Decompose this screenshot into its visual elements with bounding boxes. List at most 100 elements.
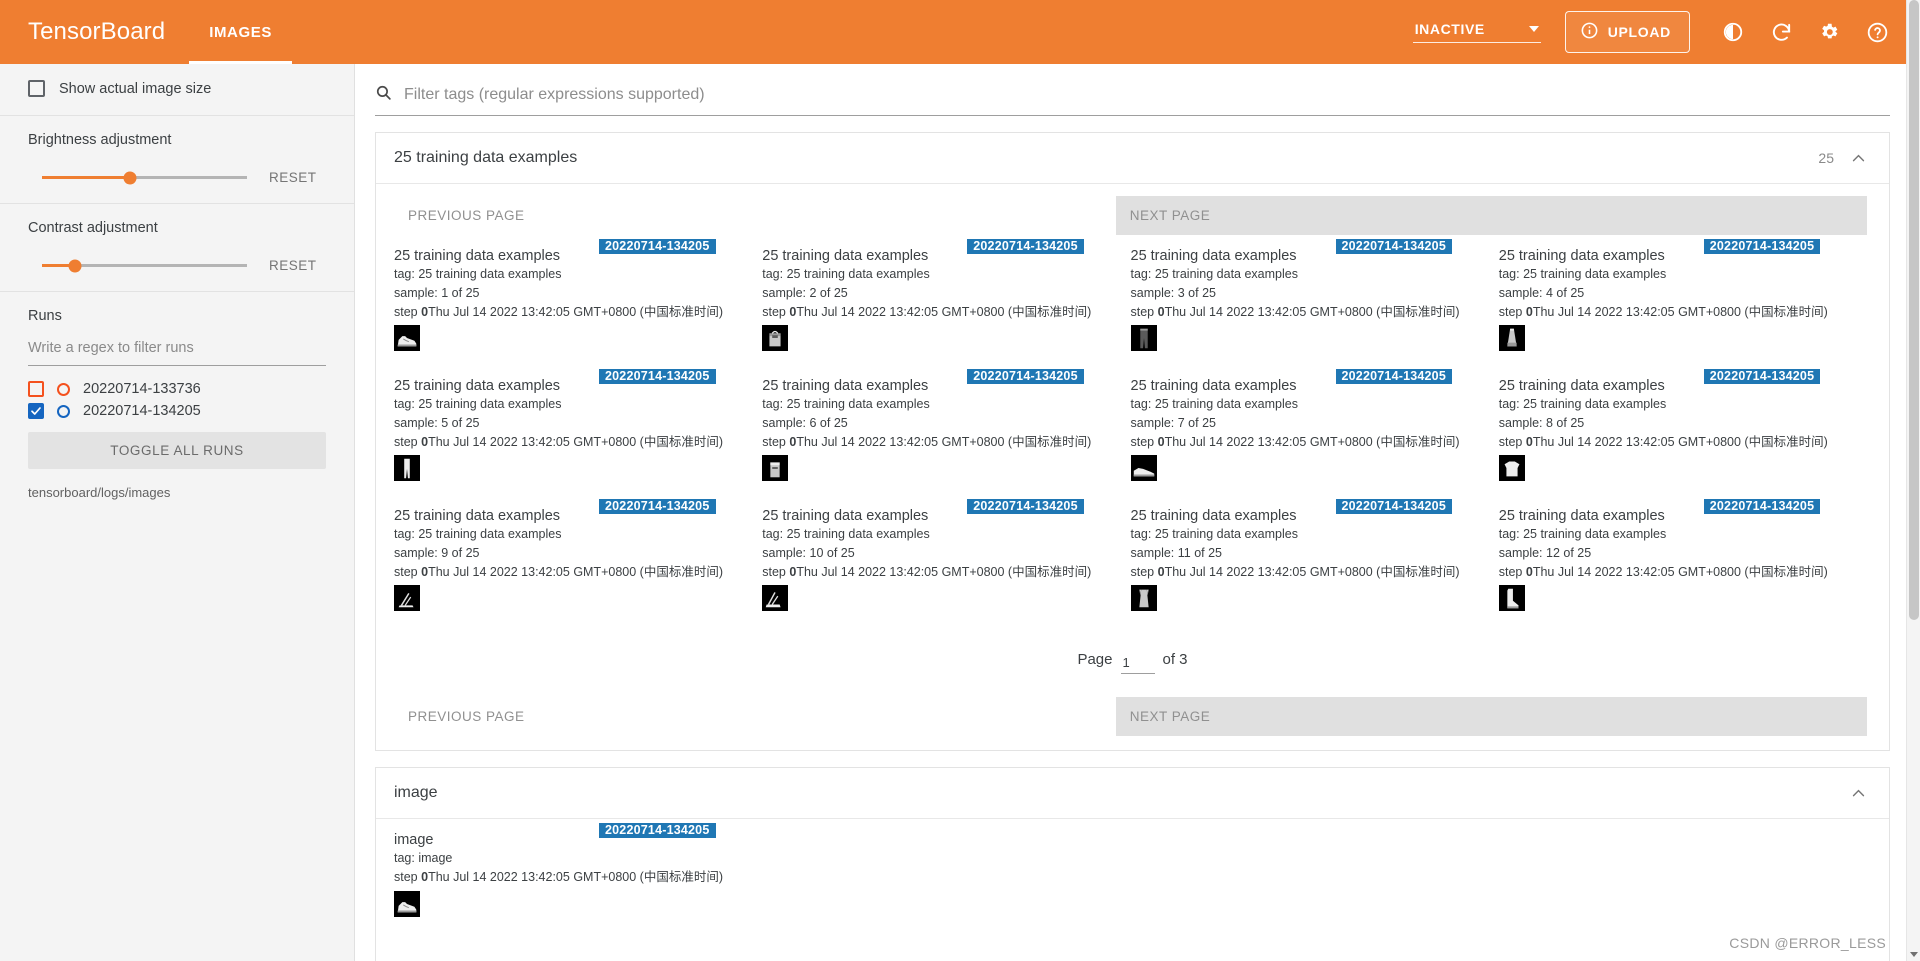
image-thumbnail[interactable]	[394, 455, 420, 482]
step-label: step	[762, 304, 790, 319]
image-thumbnail[interactable]	[1130, 325, 1157, 352]
image-card[interactable]: 20220714-134205 25 training data example…	[1130, 365, 1499, 495]
image-thumbnail[interactable]	[762, 585, 789, 612]
image-card-sample: sample: 11 of 25	[1130, 545, 1223, 560]
page-scrollbar[interactable]	[1906, 0, 1920, 961]
wall-time: Thu Jul 14 2022 13:42:05 GMT+0800 (中国标准时…	[1532, 564, 1828, 579]
brightness-slider-fill	[42, 176, 131, 179]
run-checkbox-icon[interactable]	[28, 381, 44, 397]
scroll-down-arrow-icon[interactable]	[1910, 952, 1918, 957]
tab-images-label: IMAGES	[209, 23, 272, 41]
previous-page-button[interactable]: PREVIOUS PAGE	[394, 697, 1116, 736]
tag-filter-input[interactable]	[402, 85, 1890, 105]
image-thumbnail[interactable]	[394, 325, 420, 352]
wall-time: Thu Jul 14 2022 13:42:05 GMT+0800 (中国标准时…	[1532, 434, 1828, 449]
chevron-up-icon[interactable]	[1850, 785, 1867, 802]
page-number-input[interactable]	[1120, 655, 1155, 674]
step-value: 0	[1157, 434, 1165, 449]
image-card[interactable]: 20220714-134205 25 training data example…	[762, 365, 1130, 495]
run-checkbox-checked-icon[interactable]	[28, 403, 44, 419]
image-thumbnail[interactable]	[762, 325, 789, 352]
show-actual-image-size-checkbox[interactable]: Show actual image size	[28, 80, 326, 97]
refresh-icon[interactable]	[1760, 11, 1802, 53]
brightness-reset-button[interactable]: RESET	[269, 170, 317, 185]
image-card[interactable]: 20220714-134205 25 training data example…	[1498, 365, 1867, 495]
tab-images[interactable]: IMAGES	[189, 0, 292, 64]
run-badge: 20220714-134205	[967, 239, 1084, 254]
image-card[interactable]: 20220714-134205 25 training data example…	[1130, 495, 1499, 625]
logdir-path: tensorboard/logs/images	[28, 485, 171, 500]
tag-card-header[interactable]: 25 training data examples 25	[376, 133, 1889, 184]
run-badge: 20220714-134205	[967, 499, 1084, 514]
image-thumbnail[interactable]	[1498, 455, 1525, 482]
tag-card-header[interactable]: image	[376, 768, 1889, 819]
next-page-button[interactable]: NEXT PAGE	[1115, 196, 1867, 235]
image-thumbnail[interactable]	[1130, 455, 1157, 482]
image-thumbnail[interactable]	[1498, 585, 1525, 612]
step-label: step	[762, 564, 790, 579]
image-card-tag: tag: 25 training data examples	[1130, 397, 1298, 412]
image-card[interactable]: 20220714-134205 25 training data example…	[762, 235, 1130, 365]
image-thumbnail[interactable]	[1498, 325, 1525, 352]
step-label: step	[394, 869, 422, 884]
contrast-slider-row: RESET	[28, 258, 326, 273]
image-grid: 20220714-134205 image tag: image step 0T…	[376, 819, 1889, 949]
help-icon[interactable]	[1856, 11, 1898, 53]
toggle-all-runs-button[interactable]: TOGGLE ALL RUNS	[28, 432, 326, 469]
page-scrollbar-thumb[interactable]	[1909, 0, 1919, 620]
brightness-slider-knob[interactable]	[123, 171, 137, 184]
runs-label: Runs	[28, 308, 62, 324]
image-card-step: step 0Thu Jul 14 2022 13:42:05 GMT+0800 …	[1131, 563, 1489, 582]
step-value: 0	[1157, 304, 1165, 319]
wall-time: Thu Jul 14 2022 13:42:05 GMT+0800 (中国标准时…	[1164, 564, 1460, 579]
image-card-tag: tag: 25 training data examples	[394, 527, 562, 542]
settings-gear-icon[interactable]	[1808, 11, 1850, 53]
image-card[interactable]: 20220714-134205 25 training data example…	[394, 365, 762, 495]
run-item[interactable]: 20220714-134205	[28, 400, 326, 422]
run-badge: 20220714-134205	[599, 239, 716, 254]
top-app-bar: TensorBoard IMAGES INACTIVE UPLOAD	[0, 0, 1920, 64]
tag-card: 25 training data examples 25 PREVIOUS PA…	[375, 132, 1890, 751]
run-status-dropdown[interactable]: INACTIVE	[1412, 21, 1541, 43]
brightness-slider[interactable]	[42, 171, 247, 184]
image-card-tag: tag: 25 training data examples	[762, 267, 930, 282]
tag-card-title: 25 training data examples	[394, 149, 578, 166]
next-page-button[interactable]: NEXT PAGE	[1115, 697, 1867, 736]
run-badge: 20220714-134205	[599, 823, 716, 838]
image-card-step: step 0Thu Jul 14 2022 13:42:05 GMT+0800 …	[1131, 433, 1489, 452]
chevron-up-icon[interactable]	[1850, 150, 1867, 167]
run-color-swatch-icon[interactable]	[57, 404, 70, 418]
image-card-step: step 0Thu Jul 14 2022 13:42:05 GMT+0800 …	[762, 433, 1120, 452]
image-card-sample: sample: 8 of 25	[1498, 415, 1585, 430]
image-card[interactable]: 20220714-134205 25 training data example…	[394, 495, 762, 625]
image-card[interactable]: 20220714-134205 25 training data example…	[394, 235, 762, 365]
run-badge: 20220714-134205	[1335, 499, 1452, 514]
image-card[interactable]: 20220714-134205 image tag: image step 0T…	[394, 819, 762, 949]
brightness-icon[interactable]	[1712, 11, 1754, 53]
image-card-tag: tag: 25 training data examples	[394, 267, 562, 282]
contrast-slider-knob[interactable]	[68, 259, 82, 272]
contrast-slider[interactable]	[42, 259, 247, 272]
run-item[interactable]: 20220714-133736	[28, 378, 326, 400]
image-thumbnail[interactable]	[1130, 585, 1157, 612]
image-thumbnail[interactable]	[394, 585, 420, 612]
step-value: 0	[1525, 434, 1533, 449]
wall-time: Thu Jul 14 2022 13:42:05 GMT+0800 (中国标准时…	[796, 304, 1092, 319]
image-card-sample: sample: 9 of 25	[394, 545, 480, 560]
image-card[interactable]: 20220714-134205 25 training data example…	[1130, 235, 1499, 365]
image-thumbnail[interactable]	[762, 455, 789, 482]
image-card-step: step 0Thu Jul 14 2022 13:42:05 GMT+0800 …	[394, 303, 752, 322]
image-card-step: step 0Thu Jul 14 2022 13:42:05 GMT+0800 …	[1499, 433, 1857, 452]
step-label: step	[394, 564, 422, 579]
upload-button[interactable]: UPLOAD	[1564, 11, 1690, 53]
wall-time: Thu Jul 14 2022 13:42:05 GMT+0800 (中国标准时…	[796, 564, 1092, 579]
runs-filter-input[interactable]	[28, 338, 326, 366]
run-color-swatch-icon[interactable]	[57, 382, 70, 396]
previous-page-button[interactable]: PREVIOUS PAGE	[394, 196, 1116, 235]
contrast-reset-button[interactable]: RESET	[269, 258, 317, 273]
step-label: step	[1498, 564, 1526, 579]
image-card[interactable]: 20220714-134205 25 training data example…	[762, 495, 1130, 625]
image-card[interactable]: 20220714-134205 25 training data example…	[1498, 235, 1867, 365]
image-card[interactable]: 20220714-134205 25 training data example…	[1498, 495, 1867, 625]
image-thumbnail[interactable]	[394, 890, 420, 917]
